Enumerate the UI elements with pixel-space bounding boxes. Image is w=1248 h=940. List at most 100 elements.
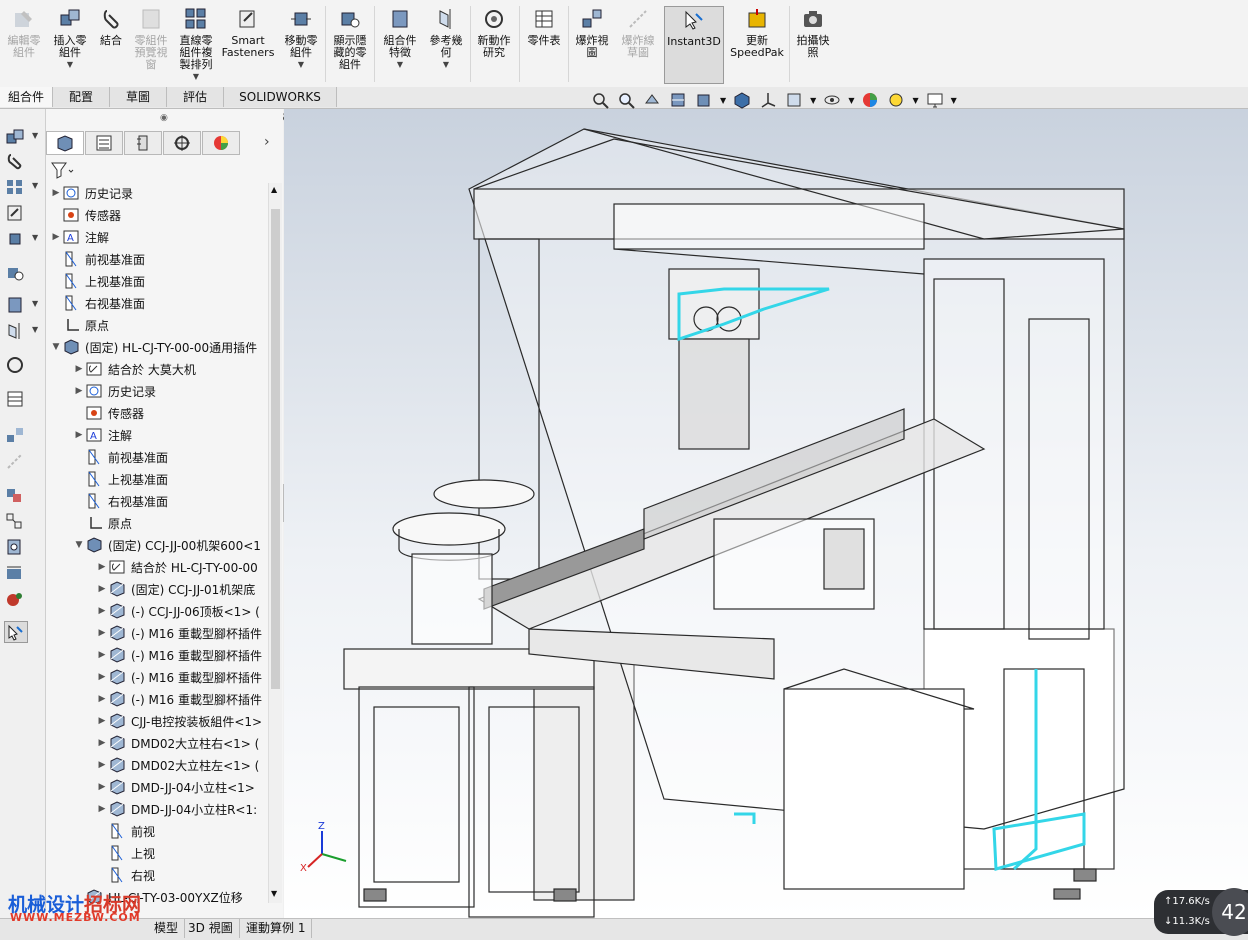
show-hidden-components-button[interactable]: 顯示隱 藏的零 組件 [328, 6, 372, 84]
tree-item[interactable]: 右视 [96, 865, 155, 885]
tree-item[interactable]: ▶ (固定) CCJ-JJ-01机架底 [96, 579, 255, 599]
mate-icon[interactable] [4, 151, 26, 171]
mass-properties-icon[interactable] [4, 589, 26, 609]
motion-study-icon[interactable] [4, 355, 26, 375]
chevron-right-icon[interactable]: ▶ [73, 430, 85, 440]
tab-model[interactable]: 模型 [148, 919, 186, 938]
tree-item[interactable]: 传感器 [50, 205, 121, 225]
tree-item[interactable]: ▼ (固定) HL-CJ-TY-00-00通用插件 [50, 337, 257, 357]
chevron-right-icon[interactable]: ▶ [96, 650, 108, 660]
tree-item[interactable]: ▼ (固定) CCJ-JJ-00机架600<1 [73, 535, 261, 555]
chevron-down-icon[interactable]: ▼ [32, 181, 38, 190]
linear-pattern-icon[interactable] [4, 177, 26, 197]
tab-layout[interactable]: 配置 [53, 87, 110, 107]
chevron-down-icon[interactable]: ▼ [397, 60, 403, 69]
mate-button[interactable]: 結合 [92, 6, 130, 84]
tree-item[interactable]: ▶ A 注解 [73, 425, 132, 445]
chevron-right-icon[interactable]: ▶ [96, 694, 108, 704]
measure-icon[interactable] [4, 563, 26, 583]
chevron-down-icon[interactable]: ▼ [193, 72, 199, 81]
tree-item[interactable]: ▶ 历史记录 [73, 381, 156, 401]
insert-component-icon[interactable] [4, 127, 26, 147]
scrollbar-thumb[interactable] [271, 209, 280, 689]
smart-fasteners-icon[interactable] [4, 203, 26, 223]
tree-item[interactable]: 上视基准面 [73, 469, 168, 489]
move-component-button[interactable]: 移動零 組件 ▼ [280, 6, 322, 84]
chevron-right-icon[interactable]: ▶ [96, 804, 108, 814]
tree-item[interactable]: ▶ CJJ-电控按装板組件<1> [96, 711, 262, 731]
chevron-right-icon[interactable]: ▶ [96, 738, 108, 748]
apply-scene-icon[interactable] [860, 90, 880, 110]
tree-item[interactable]: 前视 [96, 821, 155, 841]
component-preview-button[interactable]: 零組件 預覽視 窗 [130, 6, 172, 84]
tree-item[interactable]: 前视基准面 [50, 249, 145, 269]
tab-solidworks-mbd[interactable]: SOLIDWORKS MBD [224, 87, 337, 124]
explode-line-icon[interactable] [4, 451, 26, 471]
panel-grip-icon[interactable]: ◉ [160, 113, 168, 123]
tree-item[interactable]: 右视基准面 [50, 293, 145, 313]
chevron-right-icon[interactable]: › [264, 134, 270, 150]
bom-button[interactable]: 零件表 [522, 6, 566, 84]
instant3d-icon[interactable] [4, 621, 28, 643]
smart-fasteners-button[interactable]: Smart Fasteners [220, 6, 276, 84]
chevron-down-icon[interactable]: ▼ [720, 96, 726, 105]
tree-item[interactable]: ▶ DMD02大立柱左<1> ( [96, 755, 259, 775]
tree-item[interactable]: ▶ DMD-JJ-04小立柱<1> [96, 777, 255, 797]
tree-item[interactable]: 右视基准面 [73, 491, 168, 511]
tree-scrollbar[interactable]: ▲ ▼ [268, 183, 282, 903]
window-maximize-icon[interactable]: ▢ [1194, 109, 1205, 115]
tree-item[interactable]: 传感器 [73, 403, 144, 423]
chevron-right-icon[interactable]: ▶ [73, 386, 85, 396]
tree-item[interactable]: ▶ 历史记录 [50, 183, 133, 203]
chevron-down-icon[interactable]: ▼ [67, 60, 73, 69]
chevron-down-icon[interactable]: ▼ [951, 96, 957, 105]
zoom-to-fit-icon[interactable] [590, 90, 610, 110]
chevron-down-icon[interactable]: ▼ [32, 131, 38, 140]
assembly-features-button[interactable]: 組合件 特徵 ▼ [378, 6, 422, 84]
tree-item[interactable]: 上视基准面 [50, 271, 145, 291]
graphics-area[interactable]: Z X ⧉ ▭ ▢ [284, 109, 1248, 918]
tree-item[interactable]: ▶ (-) M16 重載型腳杯插件 [96, 689, 262, 709]
zoom-to-area-icon[interactable] [616, 90, 636, 110]
exploded-view-icon[interactable] [4, 425, 26, 445]
chevron-right-icon[interactable]: ▶ [96, 628, 108, 638]
interference-detection-icon[interactable] [4, 485, 26, 505]
display-style-icon[interactable] [732, 90, 752, 110]
reference-geometry-button[interactable]: 參考幾 何 ▼ [424, 6, 468, 84]
edit-component-button[interactable]: 編輯零 組件 [2, 6, 46, 84]
tab-sketch[interactable]: 草圖 [110, 87, 167, 107]
chevron-right-icon[interactable]: ▶ [96, 716, 108, 726]
tab-3d-views[interactable]: 3D 視圖 [182, 919, 240, 938]
tree-item[interactable]: ▶ (-) M16 重載型腳杯插件 [96, 645, 262, 665]
tree-item[interactable]: ▶ (-) CCJ-JJ-06顶板<1> ( [96, 601, 260, 621]
new-motion-study-button[interactable]: 新動作 研究 [472, 6, 516, 84]
chevron-down-icon[interactable]: ▼ [50, 342, 62, 352]
tab-feature-manager[interactable] [46, 131, 84, 155]
reference-geometry-icon[interactable] [4, 321, 26, 341]
tree-item[interactable]: ▶ 結合於 HL-CJ-TY-00-00 [96, 557, 258, 577]
instant3d-button[interactable]: Instant3D [664, 6, 724, 84]
show-hidden-icon[interactable] [4, 263, 26, 283]
chevron-right-icon[interactable]: ▶ [96, 562, 108, 572]
update-speedpak-button[interactable]: 更新 SpeedPak [728, 6, 786, 84]
tree-item[interactable]: 原点 [50, 315, 109, 335]
view-settings-icon[interactable] [886, 90, 906, 110]
tab-property-manager[interactable] [85, 131, 123, 155]
bom-icon[interactable] [4, 389, 26, 409]
chevron-down-icon[interactable]: ▼ [810, 96, 816, 105]
window-tile-icon[interactable]: ▭ [1171, 109, 1182, 115]
tab-display-manager[interactable] [202, 131, 240, 155]
previous-view-icon[interactable] [642, 90, 662, 110]
clearance-verification-icon[interactable] [4, 511, 26, 531]
scroll-up-icon[interactable]: ▲ [271, 185, 277, 194]
tree-item[interactable]: ▶ 結合於 大莫大机 [73, 359, 196, 379]
chevron-right-icon[interactable]: ▶ [50, 232, 62, 242]
chevron-right-icon[interactable]: ▶ [96, 584, 108, 594]
tab-evaluate[interactable]: 評估 [167, 87, 224, 107]
window-restore-icon[interactable]: ⧉ [1150, 109, 1159, 115]
monitor-icon[interactable] [925, 90, 945, 110]
chevron-right-icon[interactable]: ▶ [50, 188, 62, 198]
chevron-right-icon[interactable]: ▶ [96, 606, 108, 616]
tab-assembly[interactable]: 組合件 [0, 87, 53, 107]
tab-motion-study[interactable]: 運動算例 1 [240, 919, 313, 938]
